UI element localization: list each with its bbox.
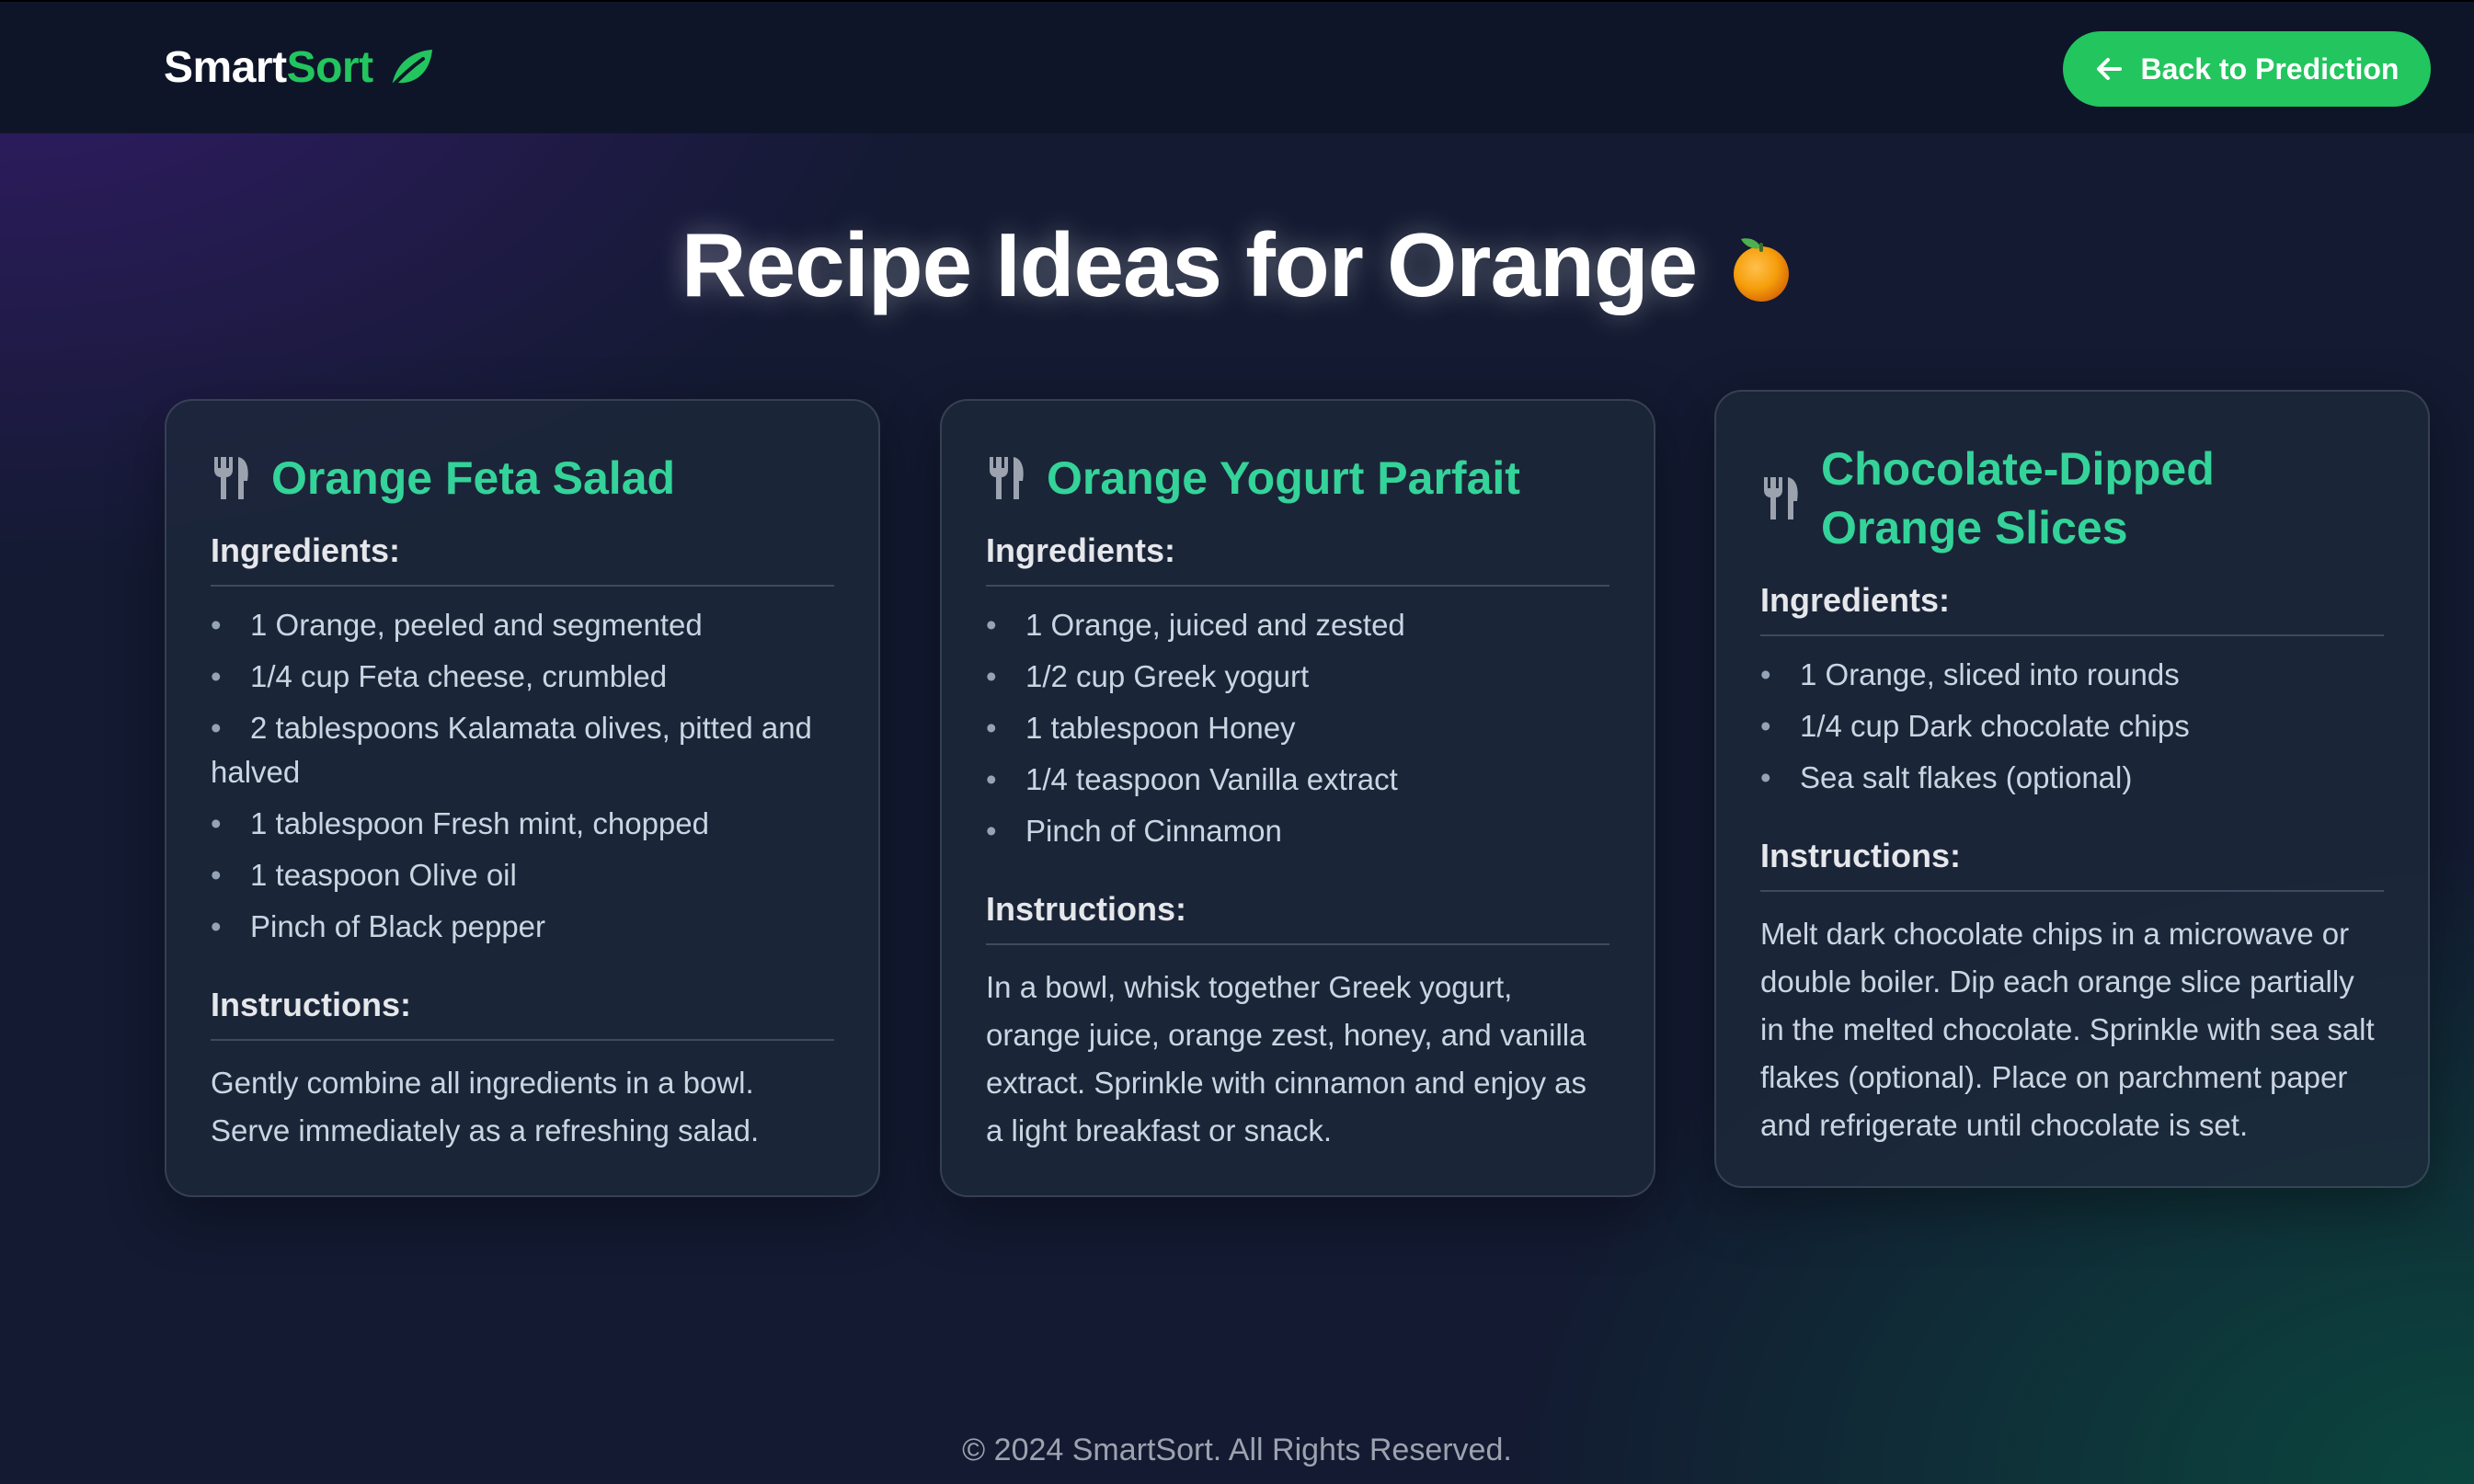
- instructions-text: Gently combine all ingredients in a bowl…: [211, 1066, 760, 1147]
- arrow-left-icon: [2096, 58, 2122, 80]
- instructions-text: In a bowl, whisk together Greek yogurt, …: [986, 970, 1587, 1147]
- ingredient-item: • Pinch of Cinnamon: [986, 814, 1282, 848]
- back-to-prediction-button[interactable]: Back to Prediction: [2063, 31, 2431, 107]
- recipe-title: Orange Feta Salad: [271, 452, 676, 504]
- ingredient-item: • 1 teaspoon Olive oil: [211, 858, 517, 892]
- recipe-card-header: Orange Yogurt Parfait: [986, 449, 1609, 508]
- fork-knife-icon: [990, 457, 1024, 499]
- ingredient-item: • 1 Orange, juiced and zested: [986, 608, 1405, 642]
- ingredient-item: • 1/2 cup Greek yogurt: [986, 659, 1310, 693]
- ingredient-item: • 1/4 cup Dark chocolate chips: [1760, 709, 2190, 743]
- ingredient-item: • 1 tablespoon Fresh mint, chopped: [211, 806, 709, 840]
- ingredient-item: • 1 tablespoon Honey: [986, 711, 1296, 745]
- ingredient-item: • 1 Orange, peeled and segmented: [211, 608, 703, 642]
- page-title: Recipe Ideas for Orange: [0, 213, 2474, 317]
- ingredients-label: Ingredients:: [211, 531, 834, 587]
- recipe-title: Orange Yogurt Parfait: [1047, 452, 1520, 504]
- recipe-card: Orange Yogurt Parfait Ingredients: • 1 Or…: [940, 399, 1655, 1197]
- ingredients-list: • 1 Orange, peeled and segmented • 1/4 cup…: [211, 603, 834, 949]
- recipe-card: Orange Feta Salad Ingredients: • 1 Orange…: [165, 399, 880, 1197]
- ingredient-item: • 1 Orange, sliced into rounds: [1760, 657, 2180, 691]
- ingredient-item: • 1/4 teaspoon Vanilla extract: [986, 762, 1398, 796]
- brand-name-part2: Sort: [286, 43, 374, 92]
- leaf-icon: [387, 49, 432, 90]
- back-button-label: Back to Prediction: [2140, 51, 2400, 86]
- recipe-card: Chocolate-Dipped Orange Slices Ingredien…: [1714, 390, 2430, 1188]
- instructions-label: Instructions:: [1760, 837, 2384, 892]
- fork-knife-icon: [1764, 477, 1798, 519]
- ingredient-item: • 1/4 cup Feta cheese, crumbled: [211, 659, 668, 693]
- recipe-card-header: Chocolate-Dipped Orange Slices: [1760, 439, 2384, 557]
- orange-icon: [1734, 238, 1790, 302]
- ingredients-label: Ingredients:: [1760, 581, 2384, 636]
- ingredients-list: • 1 Orange, sliced into rounds • 1/4 cup D…: [1760, 653, 2384, 800]
- fork-knife-icon: [214, 457, 248, 499]
- navbar: Smart Sort Back to Prediction: [0, 0, 2474, 133]
- ingredients-label: Ingredients:: [986, 531, 1609, 587]
- recipe-card-header: Orange Feta Salad: [211, 449, 834, 508]
- brand-name-part1: Smart: [164, 43, 287, 92]
- page-title-text: Recipe Ideas for Orange: [681, 214, 1698, 315]
- footer-copyright: © 2024 SmartSort. All Rights Reserved.: [962, 1433, 1512, 1467]
- ingredient-item: • 2 tablespoons Kalamata olives, pitted a…: [211, 711, 812, 789]
- ingredient-item: • Pinch of Black pepper: [211, 909, 546, 943]
- ingredients-list: • 1 Orange, juiced and zested • 1/2 cup Gr…: [986, 603, 1609, 853]
- brand-logo[interactable]: Smart Sort: [164, 42, 436, 93]
- recipe-title: Chocolate-Dipped Orange Slices: [1821, 443, 2215, 554]
- instructions-text: Melt dark chocolate chips in a microwave…: [1760, 917, 2375, 1142]
- instructions-label: Instructions:: [986, 890, 1609, 945]
- instructions-label: Instructions:: [211, 986, 834, 1041]
- ingredient-item: • Sea salt flakes (optional): [1760, 760, 2133, 794]
